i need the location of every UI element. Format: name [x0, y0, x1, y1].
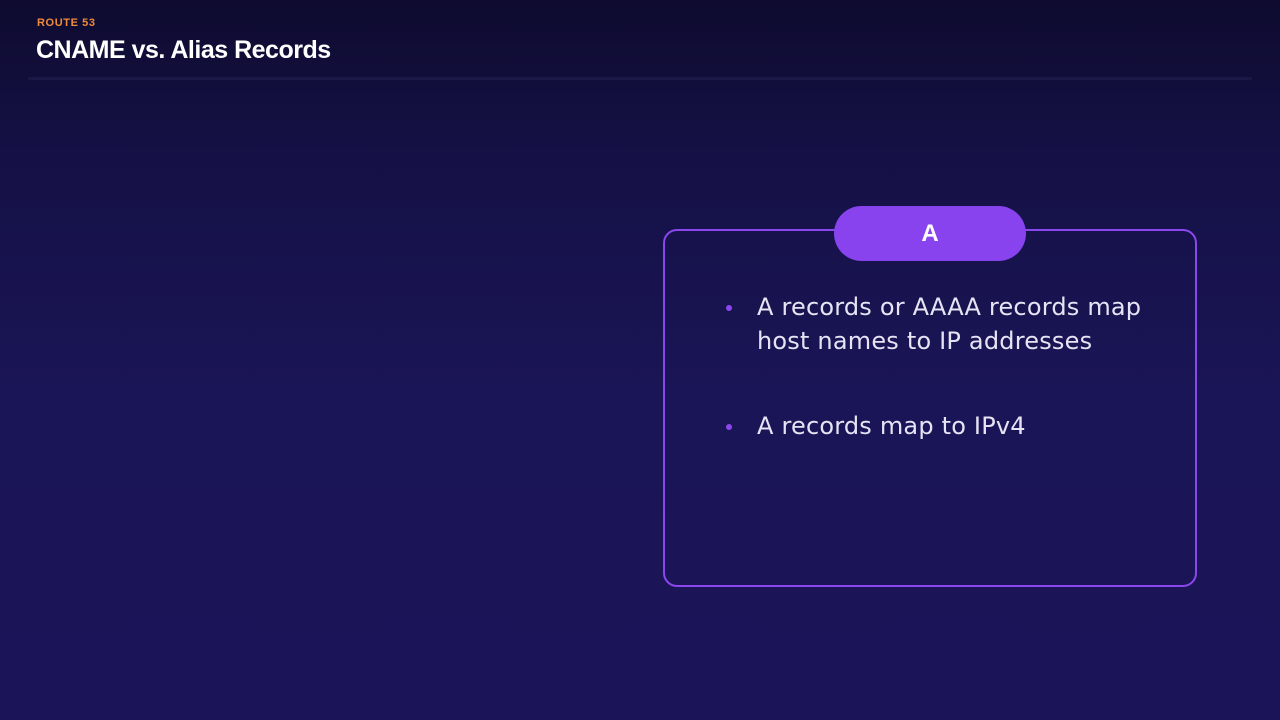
header-divider — [28, 77, 1252, 80]
bullet-list: A records or AAAA records map host names… — [724, 290, 1174, 443]
bullet-text: A records or AAAA records map host names… — [757, 293, 1142, 355]
slide-header: ROUTE 53 CNAME vs. Alias Records — [0, 0, 1280, 84]
list-item: A records or AAAA records map host names… — [724, 290, 1174, 358]
page-title: CNAME vs. Alias Records — [36, 36, 331, 64]
section-eyebrow: ROUTE 53 — [37, 17, 96, 29]
bullet-dot-icon — [726, 424, 732, 430]
card-tab-label: A — [921, 219, 939, 247]
bullet-text: A records map to IPv4 — [757, 412, 1026, 440]
list-item: A records map to IPv4 — [724, 409, 1174, 443]
bullet-dot-icon — [726, 305, 732, 311]
card-tab: A — [834, 206, 1026, 261]
